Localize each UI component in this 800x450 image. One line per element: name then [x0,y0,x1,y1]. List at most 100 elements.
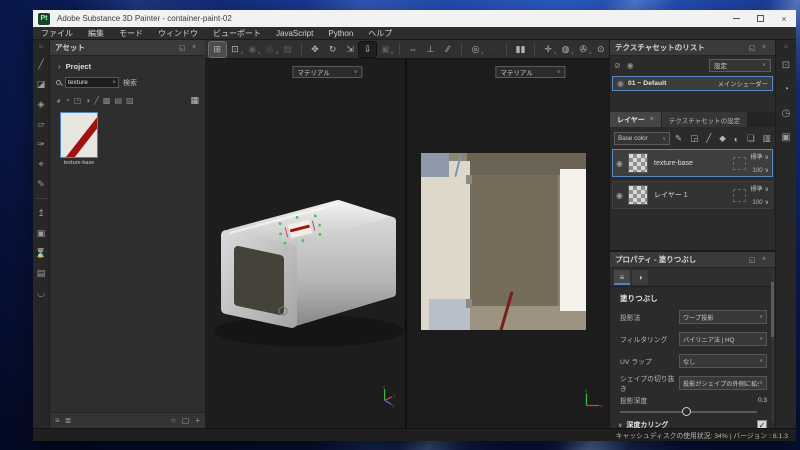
clone-tool-icon[interactable]: ⌖ [35,154,48,174]
add-paint-layer-icon[interactable]: ╱ [706,133,711,144]
scrollbar[interactable] [771,272,774,422]
scale-icon[interactable]: ⇲ [342,42,359,57]
filter-filters-icon[interactable]: ◑ [85,96,90,105]
texture-set-row[interactable]: ◉ 01 − Default メインシェーダー [612,76,773,91]
search-input[interactable]: texture × [65,77,119,88]
viewport-3d[interactable]: マテリアル ∨ [205,59,405,428]
property-dropdown[interactable]: ワープ投影∨ [679,310,767,324]
minimize-button[interactable] [724,10,748,27]
mirror-icon[interactable]: ⇔ [405,42,422,57]
add-smart-mask-icon[interactable]: ◐ [734,134,739,144]
show-all-icon[interactable]: ◉ [627,61,634,70]
filter-textures-icon[interactable]: ▤ [114,96,122,105]
layer-row[interactable]: ◉texture-base標準 ∨100 ∨ [612,149,773,177]
close-panel-icon[interactable]: × [758,44,770,51]
menu-item-7[interactable]: ヘルプ [368,28,392,39]
filter-smart-masks-icon[interactable]: ◳ [74,96,82,105]
transform-tool-icon[interactable]: ⊞ [209,42,226,57]
filter-brushes-icon[interactable]: ╱ [94,96,99,105]
close-tab-icon[interactable]: × [650,116,654,123]
mask-slot[interactable] [733,189,746,202]
new-library-icon[interactable]: ▢ [182,416,190,425]
undock-icon[interactable]: ◱ [746,256,758,264]
menu-item-2[interactable]: モード [119,28,143,39]
mask-slot[interactable] [733,157,746,170]
undock-icon[interactable]: ◱ [746,44,758,52]
tab-layers[interactable]: レイヤー × [610,112,661,127]
shader-settings-icon[interactable]: ◔ [780,78,793,102]
texture-set-settings-icon[interactable]: ▣ [780,126,793,150]
lasso-icon[interactable]: ◌ [485,42,502,57]
list-view-icon[interactable]: ≡ [55,416,60,425]
opacity-dropdown[interactable]: 100 ∨ [752,199,769,206]
move-icon[interactable]: ✥ [307,42,324,57]
pause-engine-icon[interactable]: ▮▮ [512,42,529,57]
maximize-button[interactable] [748,10,772,27]
screenshot-icon[interactable]: ⊙ [593,42,610,57]
drag-handle-icon[interactable]: ≡ [39,40,44,54]
property-dropdown[interactable]: 投影がシェイプの外側に拡張∨ [679,376,767,390]
texture-set-list-header[interactable]: テクスチャセットのリスト ◱ × [610,40,775,56]
asset-thumbnail[interactable] [60,112,98,158]
material-mode-tab-icon[interactable]: ◑ [632,270,648,285]
display-settings-icon[interactable]: ◡ [35,283,48,303]
layer-thumbnail[interactable] [628,185,648,205]
fill-properties-tab-icon[interactable]: ≡ [614,270,630,285]
fast-symmetry-icon[interactable]: ∕∕ [440,42,457,57]
delete-layer-icon[interactable]: ▥ [763,133,771,144]
assets-panel-header[interactable]: アセット ◱ × [50,40,205,56]
tab-texture-set-settings[interactable]: テクスチャセットの設定 [662,112,747,127]
viewport-2d[interactable]: マテリアル ∨ Y X [407,59,609,428]
visibility-toggle-icon[interactable]: ◉ [616,191,626,200]
grid-view-icon[interactable]: ▦ [190,95,199,106]
layer-thumbnail[interactable] [628,153,648,173]
property-dropdown[interactable]: バイリニア法 | HQ∨ [679,332,767,346]
projection-tool-icon[interactable]: ◈ [35,94,48,114]
menu-item-6[interactable]: Python [328,29,353,38]
close-panel-icon[interactable]: × [758,256,770,263]
title-bar[interactable]: Pt Adobe Substance 3D Painter - containe… [33,10,796,27]
camera-pivot-icon[interactable]: ✛∨ [540,42,557,57]
export-textures-icon[interactable]: ↥ [35,203,48,223]
opacity-dropdown[interactable]: 100 ∨ [752,167,769,174]
uv-texture-view[interactable] [421,153,586,330]
depth-slider[interactable] [620,406,765,416]
rotate-icon[interactable]: ↻ [324,42,341,57]
import-assets-icon[interactable]: + [195,416,200,425]
add-folder-icon[interactable]: ❏ [747,133,755,144]
polygon-fill-tool-icon[interactable]: ▱ [35,114,48,134]
layer-row[interactable]: ◉レイヤー 1標準 ∨100 ∨ [612,181,773,209]
eraser-tool-icon[interactable]: ◪ [35,74,48,94]
material-picker-tool-icon[interactable]: ✎ [35,174,48,194]
channel-dropdown[interactable]: Base color ∨ [614,132,670,145]
sync-assets-icon[interactable]: ○ [171,416,176,425]
close-panel-icon[interactable]: × [188,44,200,51]
filter-materials-icon[interactable]: ◕ [56,96,61,105]
close-button[interactable]: × [772,10,796,27]
resources-icon[interactable]: ▤ [35,263,48,283]
detail-view-icon[interactable]: ≣ [65,416,72,425]
transform-options-icon[interactable]: ⊡∨ [227,42,244,57]
visibility-toggle-icon[interactable]: ◉ [616,159,626,168]
add-fill-layer-icon[interactable]: ◆ [719,133,726,144]
snap-drop-icon[interactable]: ⇩ [359,42,376,57]
stencil-mode-icon[interactable]: ▨ [279,42,296,57]
menu-item-3[interactable]: ウィンドウ [158,28,198,39]
blend-mode-dropdown[interactable]: 標準 ∨ [750,184,769,193]
perspective-icon[interactable]: ▣∨ [377,42,394,57]
pick-material-icon[interactable]: ✎ [675,133,682,144]
visibility-icon[interactable]: ◉ [617,79,624,88]
menu-item-5[interactable]: JavaScript [276,29,313,38]
slider-handle[interactable] [682,407,691,416]
environment-icon[interactable]: ◍∨ [557,42,574,57]
menu-item-4[interactable]: ビューポート [213,28,261,39]
clear-search-icon[interactable]: × [112,79,116,86]
add-smart-material-icon[interactable]: ◲ [690,133,698,144]
baking-icon[interactable]: ⌛ [35,243,48,263]
display-settings-icon[interactable]: ⊡ [780,54,793,78]
stamp-mode-icon[interactable]: ◎∨ [262,42,279,57]
hide-all-icon[interactable]: ⊘ [614,61,621,70]
camera-icon[interactable]: ✇∨ [575,42,592,57]
menu-item-1[interactable]: 編集 [88,28,104,39]
settings-dropdown[interactable]: 設定 ∨ [709,59,771,72]
